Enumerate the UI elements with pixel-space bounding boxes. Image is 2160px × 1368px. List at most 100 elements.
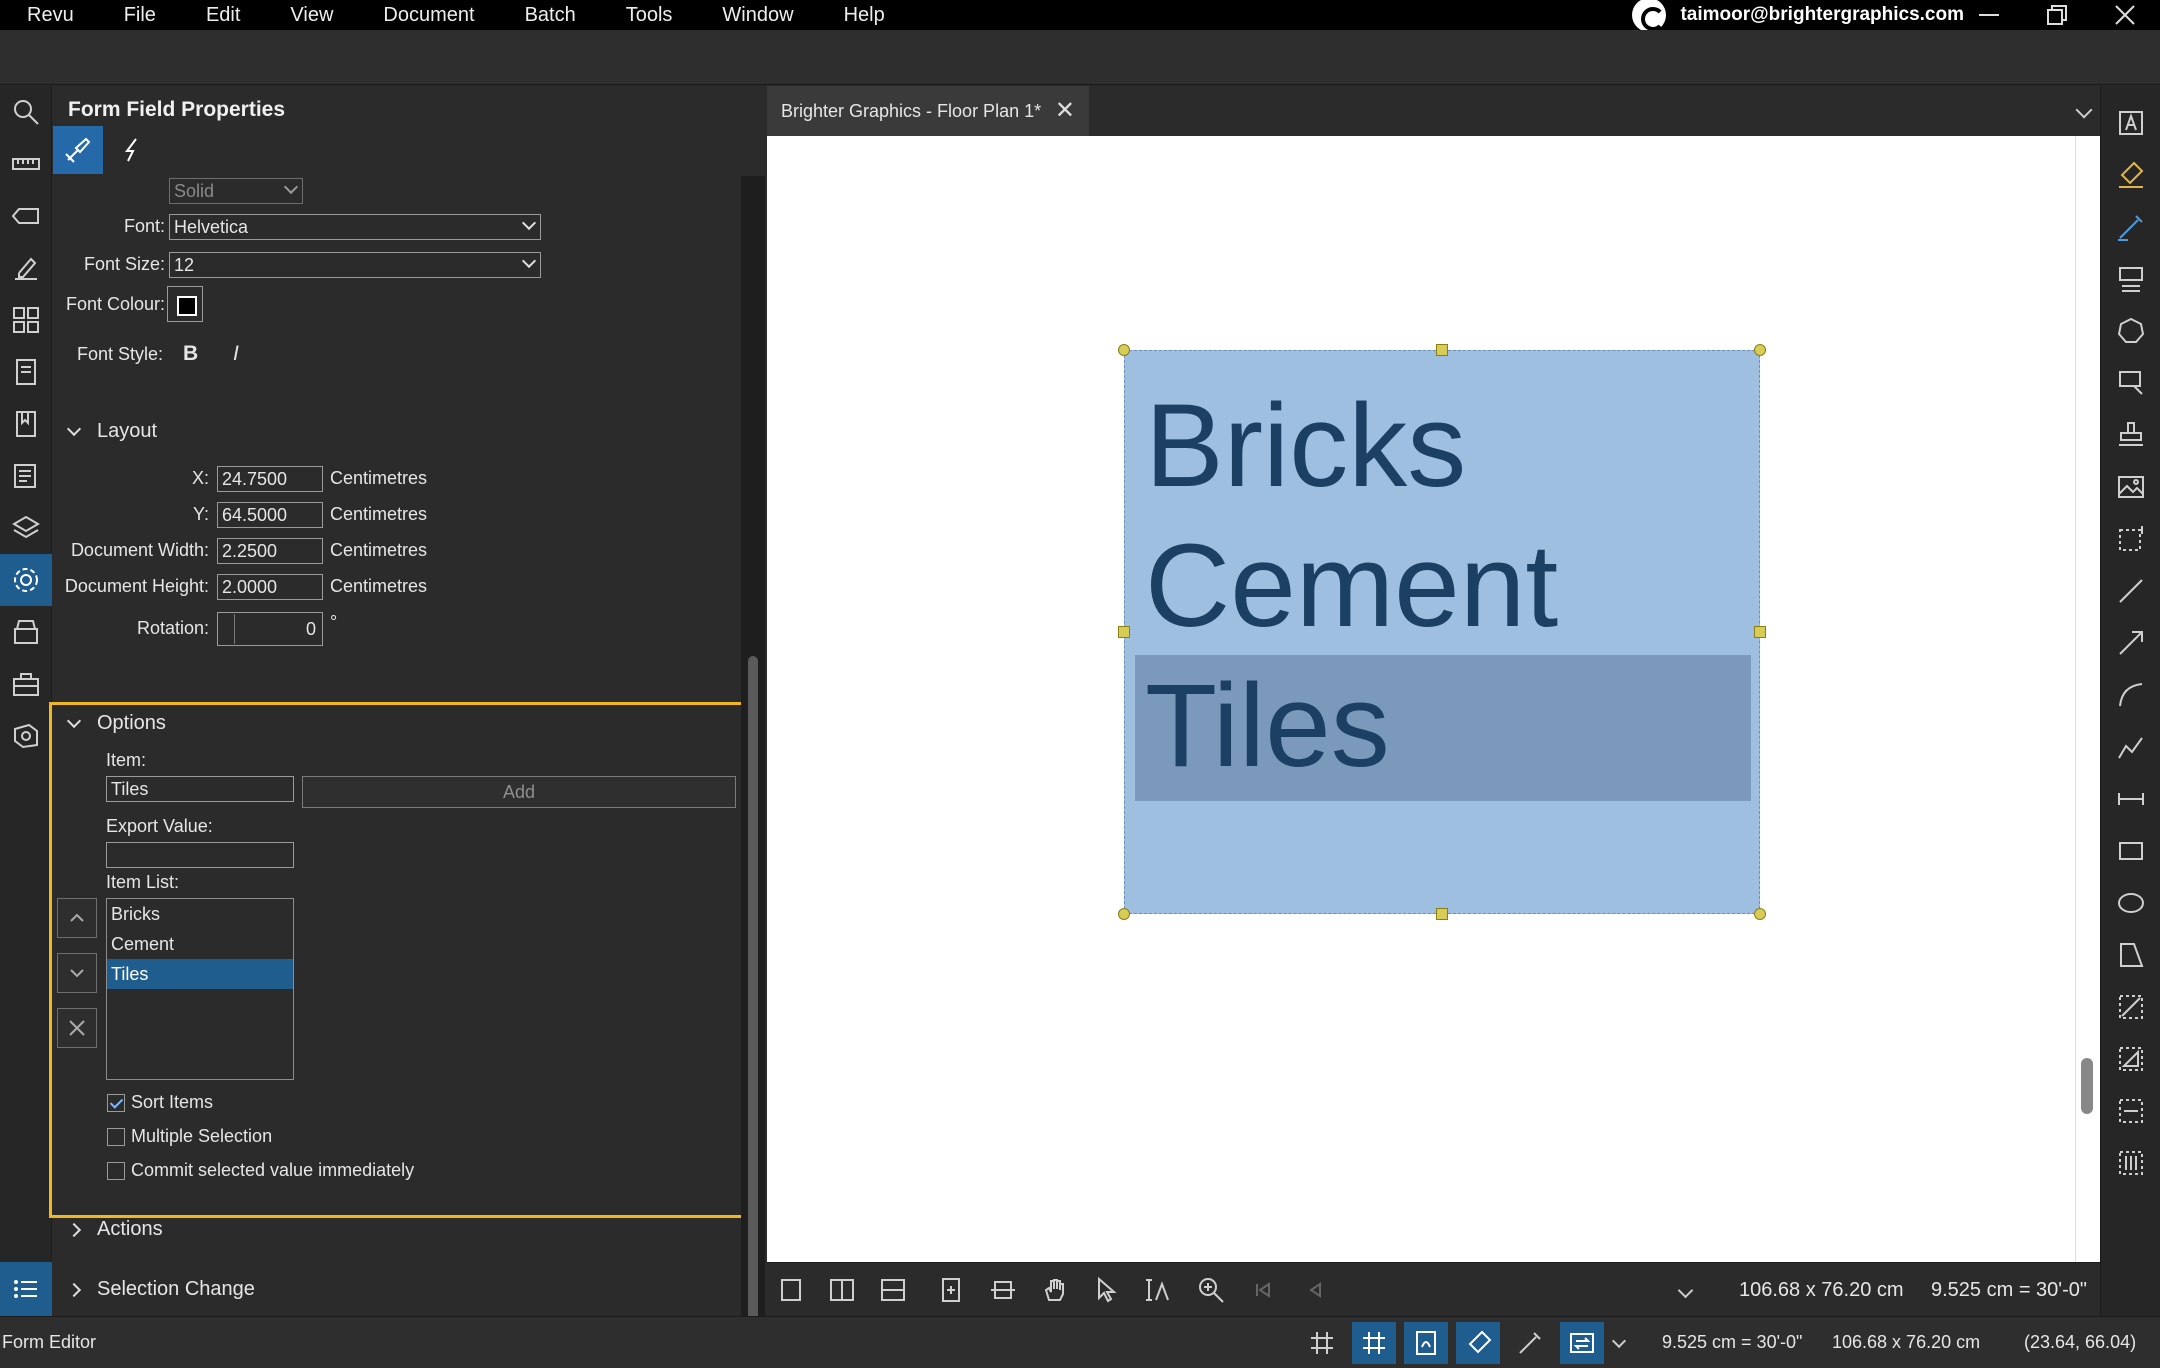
height-input[interactable]: 2.0000 — [217, 574, 323, 600]
stamp-icon[interactable] — [2101, 410, 2160, 460]
menu-help[interactable]: Help — [819, 0, 910, 30]
pen-icon[interactable] — [2101, 202, 2160, 252]
count-measure-icon[interactable] — [2101, 1138, 2160, 1188]
delete-item-button[interactable] — [57, 1008, 97, 1048]
resize-handle[interactable] — [1754, 626, 1766, 638]
options-section-header[interactable]: Options — [66, 712, 166, 735]
tag-icon[interactable] — [0, 190, 52, 242]
menu-file[interactable]: File — [99, 0, 181, 30]
menu-tools[interactable]: Tools — [601, 0, 698, 30]
tabs-dropdown-icon[interactable] — [2075, 101, 2093, 119]
menu-view[interactable]: View — [265, 0, 358, 30]
font-colour-swatch[interactable] — [167, 286, 203, 322]
multiple-selection-checkbox[interactable]: Multiple Selection — [107, 1126, 272, 1147]
reuse-markup-icon[interactable] — [1508, 1322, 1552, 1364]
note-icon[interactable] — [2101, 358, 2160, 408]
export-value-input[interactable] — [106, 842, 294, 868]
resize-handle[interactable] — [1754, 344, 1766, 356]
sort-items-checkbox[interactable]: Sort Items — [107, 1092, 213, 1113]
polyline-icon[interactable] — [2101, 722, 2160, 772]
pan-hand-icon[interactable] — [1037, 1273, 1073, 1307]
arrow-icon[interactable] — [2101, 618, 2160, 668]
bold-button[interactable]: B — [183, 342, 198, 366]
ellipse-icon[interactable] — [2101, 878, 2160, 928]
item-list[interactable]: Bricks Cement Tiles — [106, 898, 294, 1080]
callout-icon[interactable] — [2101, 254, 2160, 304]
border-style-dropdown[interactable]: Solid — [169, 178, 303, 204]
rectangle-icon[interactable] — [2101, 826, 2160, 876]
first-page-icon[interactable] — [1245, 1273, 1281, 1307]
panel-scrollbar[interactable] — [741, 176, 765, 1368]
tool-chest-icon[interactable] — [0, 606, 52, 658]
polygon-icon[interactable] — [2101, 930, 2160, 980]
grid-icon[interactable] — [1300, 1322, 1344, 1364]
markups-list-icon[interactable] — [0, 450, 52, 502]
item-input[interactable]: Tiles — [106, 776, 294, 802]
commit-immediately-checkbox[interactable]: Commit selected value immediately — [107, 1160, 414, 1181]
line-icon[interactable] — [2101, 566, 2160, 616]
sync-views-icon[interactable] — [1560, 1322, 1604, 1364]
zoom-icon[interactable] — [1193, 1273, 1229, 1307]
resize-handle[interactable] — [1754, 908, 1766, 920]
rotation-stepper-arrows[interactable] — [219, 614, 235, 644]
list-item-selected[interactable]: Tiles — [107, 959, 293, 989]
single-page-icon[interactable] — [773, 1273, 809, 1307]
highlight-pen-icon[interactable] — [2101, 150, 2160, 200]
document-tab[interactable]: Brighter Graphics - Floor Plan 1* ✕ — [767, 86, 1089, 136]
snap-to-grid-icon[interactable] — [1352, 1322, 1396, 1364]
split-horizontal-icon[interactable] — [875, 1273, 911, 1307]
menu-batch[interactable]: Batch — [500, 0, 601, 30]
move-down-button[interactable] — [57, 953, 97, 993]
menu-window[interactable]: Window — [697, 0, 818, 30]
snap-to-markup-icon[interactable] — [1456, 1322, 1500, 1364]
markup-icon[interactable] — [0, 242, 52, 294]
italic-button[interactable]: I — [233, 342, 239, 366]
snap-to-content-icon[interactable] — [1404, 1322, 1448, 1364]
list-box-form-field[interactable]: Bricks Cement Tiles — [1124, 350, 1760, 914]
measurements-icon[interactable] — [0, 138, 52, 190]
search-icon[interactable] — [0, 86, 52, 138]
snapshot-icon[interactable] — [2101, 514, 2160, 564]
move-up-button[interactable] — [57, 898, 97, 938]
actions-section-header[interactable]: Actions — [66, 1218, 163, 1241]
restore-icon[interactable] — [2032, 0, 2082, 30]
width-input[interactable]: 2.2500 — [217, 538, 323, 564]
dimension-icon[interactable] — [2101, 774, 2160, 824]
selection-change-section-header[interactable]: Selection Change — [66, 1278, 255, 1301]
resize-handle[interactable] — [1436, 908, 1448, 920]
layout-section-header[interactable]: Layout — [66, 420, 157, 443]
resize-handle[interactable] — [1436, 344, 1448, 356]
area-measure-icon[interactable] — [2101, 1034, 2160, 1084]
add-button[interactable]: Add — [302, 776, 736, 808]
resize-handle[interactable] — [1118, 908, 1130, 920]
select-arrow-icon[interactable] — [1089, 1273, 1125, 1307]
list-item[interactable]: Cement — [107, 929, 293, 959]
bookmarks-icon[interactable] — [0, 398, 52, 450]
close-window-icon[interactable] — [2100, 0, 2150, 30]
actions-lightning-tab[interactable] — [107, 126, 157, 174]
resize-handle[interactable] — [1118, 626, 1130, 638]
list-view-icon[interactable] — [0, 1262, 52, 1316]
thumbnails-icon[interactable] — [0, 294, 52, 346]
text-box-icon[interactable] — [2101, 98, 2160, 148]
font-dropdown[interactable]: Helvetica — [169, 214, 541, 240]
sync-icon[interactable] — [933, 1273, 969, 1307]
layers-icon[interactable] — [0, 502, 52, 554]
split-vertical-icon[interactable] — [824, 1273, 860, 1307]
chevron-down-icon[interactable] — [1611, 1333, 1627, 1349]
account-area[interactable]: taimoor@brightergraphics.com — [1632, 0, 1964, 32]
toolbox-icon[interactable] — [0, 658, 52, 710]
close-tab-icon[interactable]: ✕ — [1055, 86, 1075, 136]
image-icon[interactable] — [2101, 462, 2160, 512]
resize-handle[interactable] — [1118, 344, 1130, 356]
cloud-icon[interactable] — [2101, 306, 2160, 356]
panel-scrollbar-thumb[interactable] — [748, 656, 758, 1368]
canvas-scrollbar-thumb[interactable] — [2081, 1058, 2093, 1114]
properties-gear-icon[interactable] — [0, 554, 52, 606]
appearance-tab[interactable] — [53, 126, 103, 174]
font-size-dropdown[interactable]: 12 — [169, 252, 541, 278]
list-item[interactable]: Bricks — [107, 899, 293, 929]
menu-document[interactable]: Document — [358, 0, 499, 30]
canvas-scrollbar[interactable] — [2075, 136, 2100, 1262]
menu-edit[interactable]: Edit — [181, 0, 265, 30]
